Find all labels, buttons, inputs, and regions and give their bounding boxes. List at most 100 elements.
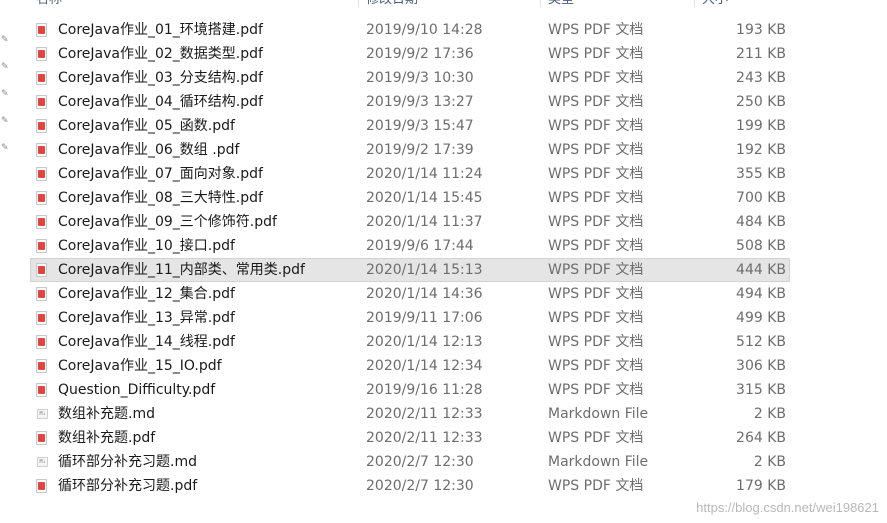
pdf-file-icon	[36, 95, 47, 109]
file-row[interactable]: CoreJava作业_03_分支结构.pdf 2019/9/3 10:30 WPS …	[30, 66, 790, 90]
file-size: 484 KB	[736, 214, 786, 230]
file-size: 199 KB	[736, 118, 786, 134]
pdf-file-icon	[36, 479, 47, 493]
pdf-file-icon	[36, 47, 47, 61]
file-size: 499 KB	[736, 310, 786, 326]
file-icon-cell	[36, 18, 50, 42]
pdf-file-icon	[36, 119, 47, 133]
column-header-name[interactable]: 名称	[36, 0, 62, 10]
file-name: CoreJava作业_06_数组 .pdf	[58, 142, 240, 158]
pdf-file-icon	[36, 431, 47, 445]
file-name: CoreJava作业_12_集合.pdf	[58, 286, 235, 302]
file-icon-cell	[36, 306, 50, 330]
file-explorer-window: ✎ ✎ ✎ ✎ ✎ 名称 修改日期 类型 大小 CoreJava作业_01_环境…	[0, 0, 887, 523]
file-type: WPS PDF 文档	[548, 358, 644, 374]
file-type: WPS PDF 文档	[548, 142, 644, 158]
file-modified-date: 2020/1/14 15:13	[366, 262, 483, 278]
file-icon-cell: M↓	[36, 402, 50, 426]
file-type: WPS PDF 文档	[548, 70, 644, 86]
file-row[interactable]: 数组补充题.pdf 2020/2/11 12:33 WPS PDF 文档 264 KB	[30, 426, 790, 450]
file-row[interactable]: CoreJava作业_01_环境搭建.pdf 2019/9/10 14:28 WPS…	[30, 18, 790, 42]
file-row[interactable]: CoreJava作业_04_循环结构.pdf 2019/9/3 13:27 WPS …	[30, 90, 790, 114]
column-divider[interactable]	[358, 0, 359, 7]
file-icon-cell	[36, 258, 50, 282]
pdf-file-icon	[36, 359, 47, 373]
column-divider[interactable]	[540, 0, 541, 7]
file-size: 2 KB	[753, 406, 786, 422]
file-name: Question_Difficulty.pdf	[58, 382, 216, 398]
file-row[interactable]: CoreJava作业_13_异常.pdf 2019/9/11 17:06 WPS P…	[30, 306, 790, 330]
column-header-date[interactable]: 修改日期	[366, 0, 418, 10]
file-name: CoreJava作业_08_三大特性.pdf	[58, 190, 263, 206]
file-row[interactable]: CoreJava作业_09_三个修饰符.pdf 2020/1/14 11:37 WP…	[30, 210, 790, 234]
pdf-file-icon	[36, 335, 47, 349]
file-size: 179 KB	[736, 478, 786, 494]
file-type: WPS PDF 文档	[548, 286, 644, 302]
file-row[interactable]: M↓ 数组补充题.md 2020/2/11 12:33 Markdown File 2 …	[30, 402, 790, 426]
file-type: WPS PDF 文档	[548, 238, 644, 254]
file-modified-date: 2020/1/14 11:37	[366, 214, 483, 230]
file-row[interactable]: CoreJava作业_08_三大特性.pdf 2020/1/14 15:45 WPS…	[30, 186, 790, 210]
file-icon-cell	[36, 282, 50, 306]
file-type: WPS PDF 文档	[548, 382, 644, 398]
file-size: 315 KB	[736, 382, 786, 398]
column-divider[interactable]	[694, 0, 695, 7]
file-modified-date: 2019/9/3 13:27	[366, 94, 474, 110]
navigation-pane-edge: ✎ ✎ ✎ ✎ ✎	[0, 0, 14, 523]
file-row[interactable]: CoreJava作业_07_面向对象.pdf 2020/1/14 11:24 WPS…	[30, 162, 790, 186]
pin-icon[interactable]: ✎	[1, 117, 10, 126]
file-size: 2 KB	[753, 454, 786, 470]
file-row[interactable]: M↓ 循环部分补充习题.md 2020/2/7 12:30 Markdown File…	[30, 450, 790, 474]
file-name: CoreJava作业_03_分支结构.pdf	[58, 70, 263, 86]
file-size: 700 KB	[736, 190, 786, 206]
file-icon-cell	[36, 210, 50, 234]
file-icon-cell	[36, 66, 50, 90]
file-name: 循环部分补充习题.pdf	[58, 478, 198, 494]
pdf-file-icon	[36, 383, 47, 397]
pin-icon[interactable]: ✎	[1, 63, 10, 72]
file-row[interactable]: CoreJava作业_14_线程.pdf 2020/1/14 12:13 WPS P…	[30, 330, 790, 354]
file-type: WPS PDF 文档	[548, 478, 644, 494]
file-icon-cell	[36, 354, 50, 378]
file-name: CoreJava作业_07_面向对象.pdf	[58, 166, 263, 182]
file-row[interactable]: Question_Difficulty.pdf 2019/9/16 11:28 WP…	[30, 378, 790, 402]
file-size: 512 KB	[736, 334, 786, 350]
markdown-file-icon: M↓	[37, 409, 48, 419]
file-type: WPS PDF 文档	[548, 430, 644, 446]
file-type: WPS PDF 文档	[548, 214, 644, 230]
file-row[interactable]: CoreJava作业_05_函数.pdf 2019/9/3 15:47 WPS PD…	[30, 114, 790, 138]
file-size: 444 KB	[736, 262, 786, 278]
watermark-text: https://blog.csdn.net/wei198621	[696, 500, 879, 515]
file-modified-date: 2019/9/3 15:47	[366, 118, 474, 134]
file-row[interactable]: 循环部分补充习题.pdf 2020/2/7 12:30 WPS PDF 文档 179 …	[30, 474, 790, 498]
pin-icon[interactable]: ✎	[1, 36, 10, 45]
file-modified-date: 2020/2/7 12:30	[366, 454, 474, 470]
pin-icon[interactable]: ✎	[1, 144, 10, 153]
file-modified-date: 2019/9/16 11:28	[366, 382, 483, 398]
file-modified-date: 2019/9/2 17:39	[366, 142, 474, 158]
column-header-size[interactable]: 大小	[702, 0, 728, 10]
pdf-file-icon	[36, 23, 47, 37]
file-name: CoreJava作业_15_IO.pdf	[58, 358, 222, 374]
file-size: 508 KB	[736, 238, 786, 254]
pdf-file-icon	[36, 191, 47, 205]
file-type: Markdown File	[548, 454, 649, 470]
pin-icon[interactable]: ✎	[1, 90, 10, 99]
file-row[interactable]: CoreJava作业_02_数据类型.pdf 2019/9/2 17:36 WPS …	[30, 42, 790, 66]
file-row[interactable]: CoreJava作业_10_接口.pdf 2019/9/6 17:44 WPS PD…	[30, 234, 790, 258]
file-row[interactable]: CoreJava作业_12_集合.pdf 2020/1/14 14:36 WPS P…	[30, 282, 790, 306]
file-row[interactable]: CoreJava作业_11_内部类、常用类.pdf 2020/1/14 15:13…	[30, 258, 790, 282]
file-name: CoreJava作业_11_内部类、常用类.pdf	[58, 262, 305, 278]
column-header-type[interactable]: 类型	[548, 0, 574, 10]
file-modified-date: 2019/9/10 14:28	[366, 22, 483, 38]
file-type: Markdown File	[548, 406, 649, 422]
pdf-file-icon	[36, 143, 47, 157]
file-size: 264 KB	[736, 430, 786, 446]
file-row[interactable]: CoreJava作业_15_IO.pdf 2020/1/14 12:34 WPS P…	[30, 354, 790, 378]
file-icon-cell	[36, 330, 50, 354]
file-row[interactable]: CoreJava作业_06_数组 .pdf 2019/9/2 17:39 WPS P…	[30, 138, 790, 162]
file-name: CoreJava作业_04_循环结构.pdf	[58, 94, 263, 110]
file-name: CoreJava作业_01_环境搭建.pdf	[58, 22, 263, 38]
file-type: WPS PDF 文档	[548, 118, 644, 134]
file-modified-date: 2019/9/6 17:44	[366, 238, 474, 254]
